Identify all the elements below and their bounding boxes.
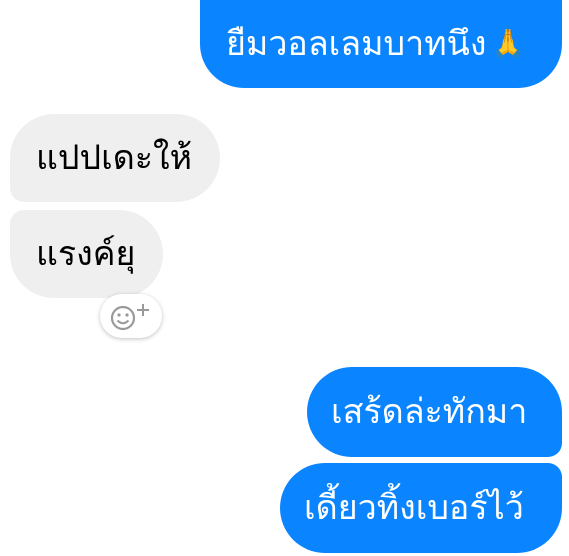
add-reaction-icon xyxy=(108,301,154,331)
praying-hands-emoji: 🙏 xyxy=(490,27,526,60)
message-text: เดี้ยวทิ้งเบอร์ไว้ xyxy=(304,488,524,528)
message-text: แปปเดะให้ xyxy=(36,138,193,178)
message-text: แรงค์ยุ xyxy=(36,234,136,274)
message-text: ยืมวอลเลมบาทนึง xyxy=(226,24,487,64)
message-bubble-outgoing[interactable]: เดี้ยวทิ้งเบอร์ไว้ xyxy=(280,463,562,553)
add-reaction-button[interactable] xyxy=(100,294,162,338)
message-bubble-incoming[interactable]: แรงค์ยุ xyxy=(10,210,163,298)
message-bubble-outgoing[interactable]: ยืมวอลเลมบาทนึง 🙏 xyxy=(200,0,562,88)
message-bubble-incoming[interactable]: แปปเดะให้ xyxy=(10,114,220,202)
message-bubble-outgoing[interactable]: เสร้ดล่ะทักมา xyxy=(307,367,562,457)
message-text: เสร้ดล่ะทักมา xyxy=(331,392,528,432)
